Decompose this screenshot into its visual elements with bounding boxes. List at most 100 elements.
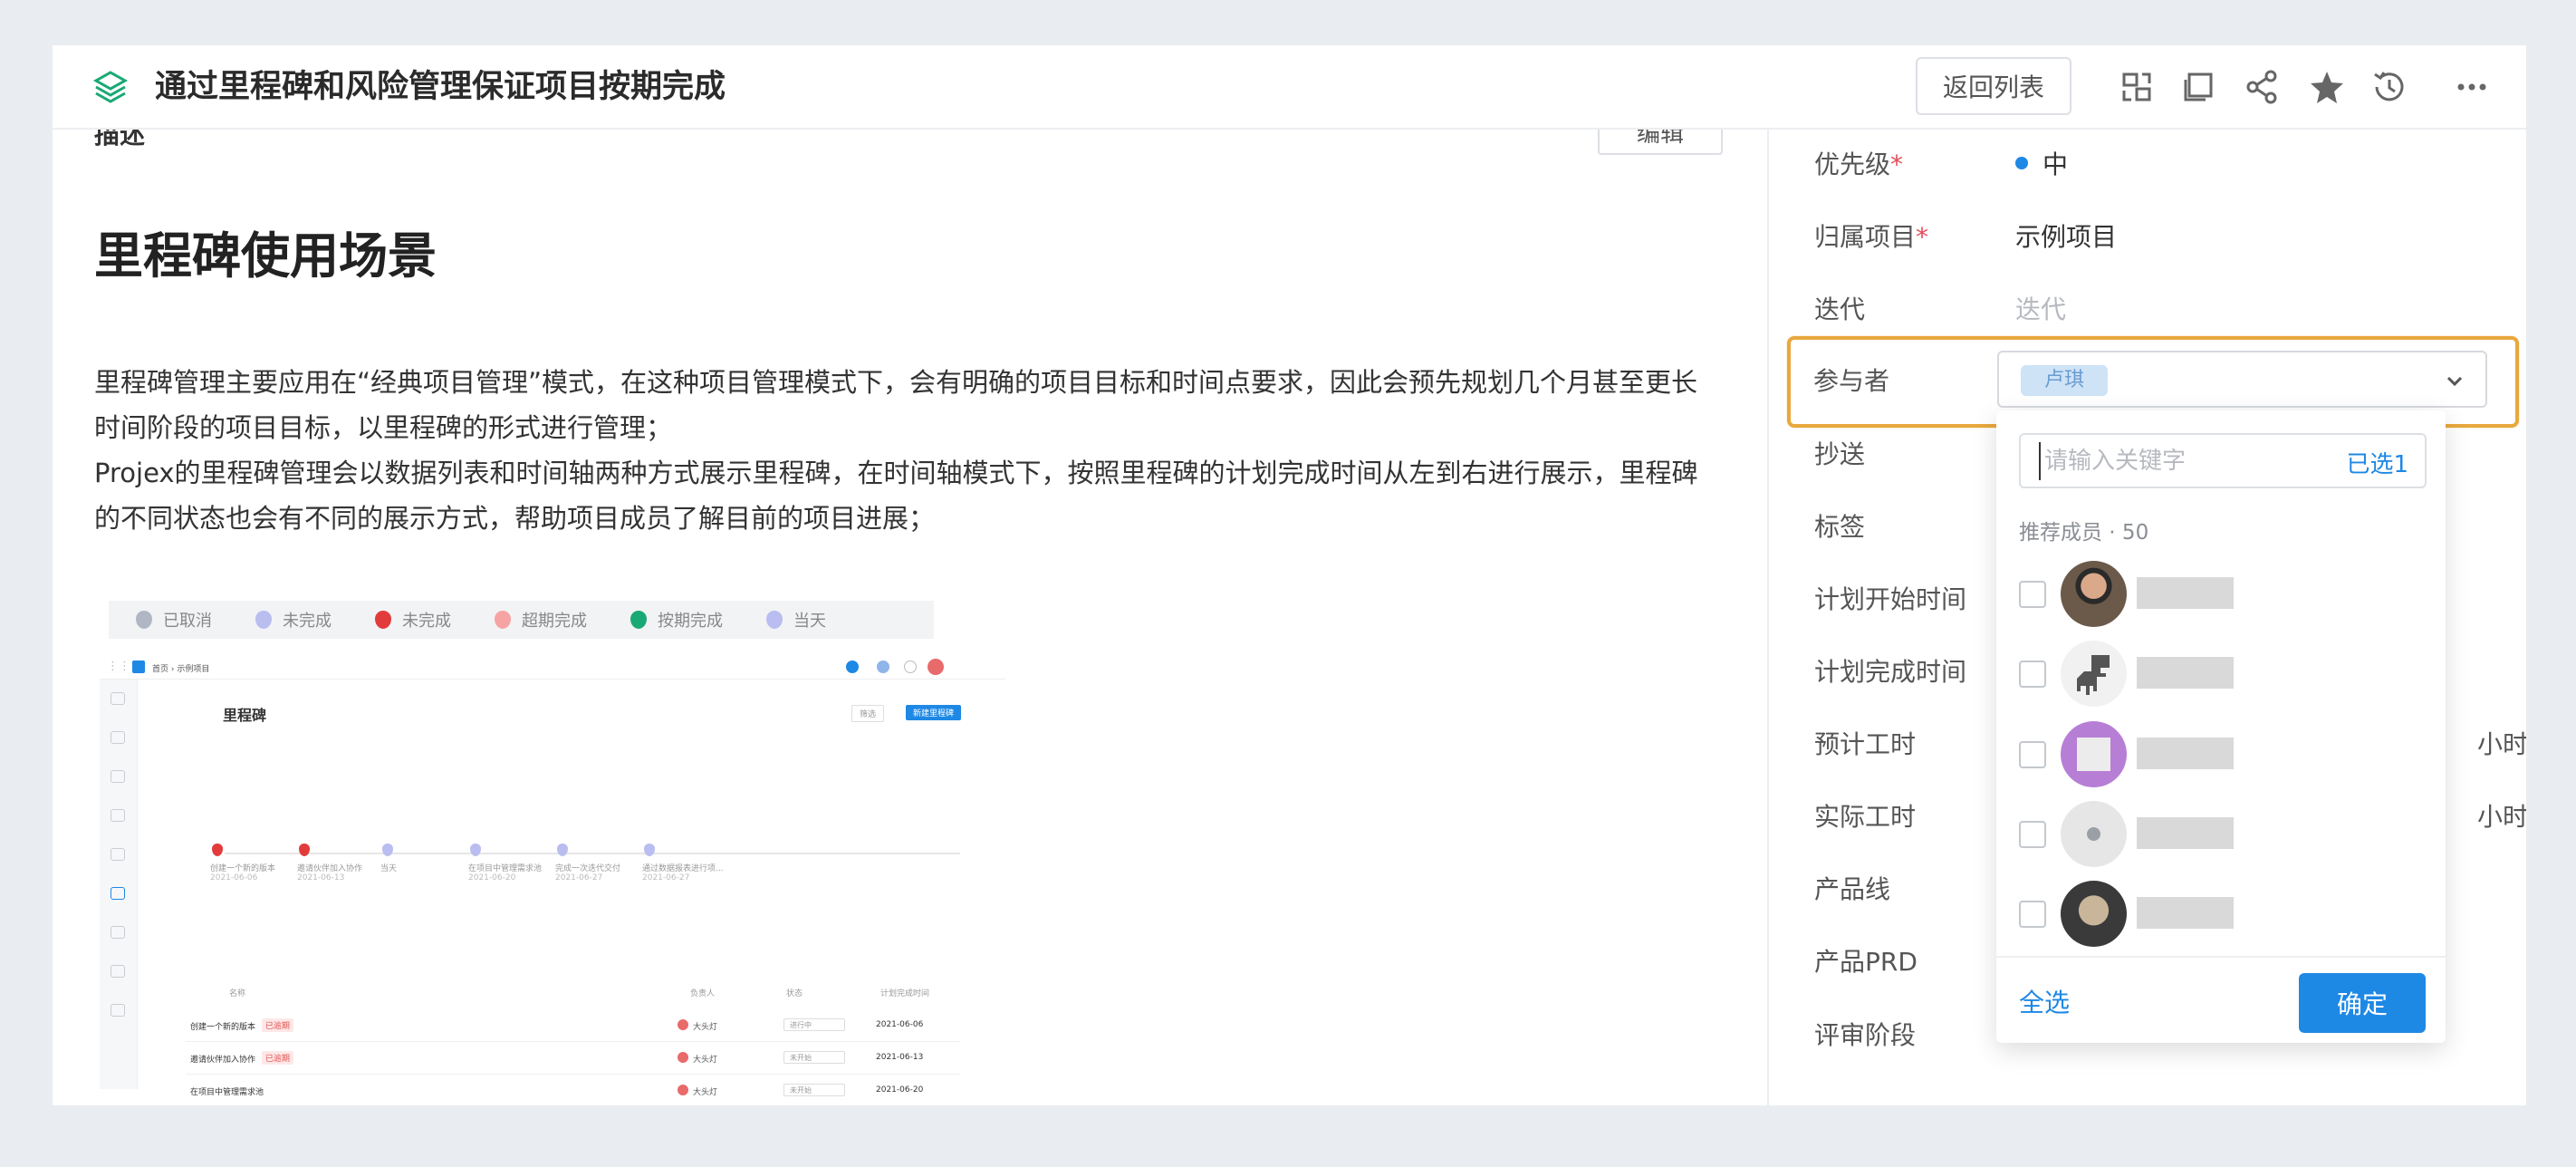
sidebar-icon	[111, 692, 125, 705]
cc-label: 抄送	[1814, 439, 1866, 469]
member-name-redacted	[2137, 897, 2234, 929]
avatar	[678, 1019, 688, 1030]
screenshot-topbar: ⋮⋮ 首页 › 示例项目	[100, 654, 1005, 680]
milestone-pin-icon	[136, 611, 152, 629]
participant-chip[interactable]: 卢琪	[2021, 365, 2108, 396]
avatar	[2061, 881, 2127, 947]
recommended-members-title: 推荐成员 · 50	[2019, 521, 2149, 545]
column-header: 名称	[229, 989, 246, 998]
star-icon[interactable]	[2307, 67, 2347, 107]
more-icon[interactable]	[2452, 67, 2492, 107]
iteration-label: 迭代	[1814, 294, 1866, 324]
member-item[interactable]	[2019, 797, 2427, 870]
legend-label: 超期完成	[522, 612, 587, 631]
sidebar-icon	[111, 809, 125, 822]
chevron-down-icon[interactable]	[2442, 369, 2467, 394]
legend-item: 按期完成	[630, 608, 723, 632]
sidebar-icon	[111, 731, 125, 744]
timeline-label: 创建一个新的版本	[210, 864, 276, 873]
selected-count[interactable]: 已选1	[2346, 446, 2408, 479]
back-to-list-button[interactable]: 返回列表	[1916, 57, 2071, 115]
page-title: 通过里程碑和风险管理保证项目按期完成	[155, 69, 726, 105]
dropdown-footer: 全选 确定	[1996, 956, 2446, 1043]
screenshot-new-button: 新建里程碑	[906, 705, 962, 720]
avatar	[2061, 801, 2127, 867]
product-prd-label: 产品PRD	[1814, 947, 1918, 977]
column-header: 状态	[786, 989, 803, 998]
timeline-date: 2021-06-27	[642, 873, 690, 882]
paragraph-line: 时间阶段的项目目标，以里程碑的形式进行管理；	[94, 412, 673, 443]
member-item[interactable]	[2019, 637, 2427, 709]
share-icon[interactable]	[2242, 67, 2282, 107]
screenshot-page-title: 里程碑	[223, 707, 267, 724]
participants-select[interactable]: 卢琪	[1997, 351, 2487, 408]
legend-item: 超期完成	[495, 608, 587, 632]
avatar	[928, 659, 944, 675]
member-item[interactable]	[2019, 718, 2427, 790]
help-icon	[846, 661, 859, 673]
timeline-label: 在项目中管理需求池	[468, 864, 543, 873]
member-checkbox[interactable]	[2019, 581, 2046, 608]
member-name-redacted	[2137, 577, 2234, 609]
member-item[interactable]	[2019, 877, 2427, 950]
avatar	[2061, 641, 2127, 707]
timeline-date: 2021-06-27	[555, 873, 603, 882]
status-select: 未开始	[783, 1051, 845, 1064]
sidebar-icon	[111, 926, 125, 939]
project-field[interactable]: 示例项目	[2015, 217, 2117, 254]
tags-label: 标签	[1814, 512, 1866, 542]
clock-icon	[904, 661, 917, 673]
member-item[interactable]	[2019, 557, 2427, 630]
actual-hours-label: 实际工时	[1814, 802, 1917, 832]
legend-item: 当天	[766, 608, 826, 632]
history-icon[interactable]	[2369, 67, 2409, 107]
member-checkbox[interactable]	[2019, 901, 2046, 928]
apps-icon: ⋮⋮	[107, 660, 130, 673]
avatar	[2061, 561, 2127, 627]
legend-item: 已取消	[136, 608, 212, 632]
legend-label: 按期完成	[658, 612, 723, 631]
timeline-label: 通过数据报表进行项...	[642, 864, 724, 873]
paragraph-line: Projex的里程碑管理会以数据列表和时间轴两种方式展示里程碑，在时间轴模式下，…	[94, 458, 1698, 488]
iteration-field[interactable]: 迭代	[2015, 290, 2066, 326]
milestone-status-legend: 已取消 未完成 未完成 超期完成 按期完成 当天	[109, 601, 934, 639]
overdue-tag: 已逾期	[262, 1051, 294, 1065]
milestone-sidebar-icon	[111, 887, 125, 900]
avatar	[678, 1085, 688, 1095]
milestone-pin-icon	[375, 611, 391, 629]
member-checkbox[interactable]	[2019, 821, 2046, 848]
member-search-input[interactable]	[2039, 442, 2311, 480]
row-name: 邀请伙伴加入协作	[190, 1056, 256, 1065]
row-date: 2021-06-13	[876, 1053, 924, 1062]
confirm-button[interactable]: 确定	[2299, 973, 2426, 1033]
participants-label: 参与者	[1813, 366, 1890, 396]
table-row: 在项目中管理需求池 大头灯 未开始 2021-06-20	[186, 1075, 960, 1105]
legend-item: 未完成	[255, 608, 332, 632]
select-all-link[interactable]: 全选	[2019, 983, 2070, 1019]
milestone-pin-icon	[766, 611, 783, 629]
milestone-pin-icon	[495, 611, 511, 629]
product-line-label: 产品线	[1814, 874, 1891, 904]
sidebar-icon	[111, 1004, 125, 1017]
screenshot-sidebar	[100, 680, 138, 1089]
row-status: 未开始	[790, 1086, 812, 1095]
member-checkbox[interactable]	[2019, 661, 2046, 688]
edit-button[interactable]: 编辑	[1598, 130, 1723, 155]
row-owner: 大头灯	[693, 1023, 718, 1032]
convert-icon[interactable]	[2117, 67, 2157, 107]
member-name-redacted	[2137, 817, 2234, 849]
layers-icon	[92, 69, 129, 105]
member-checkbox[interactable]	[2019, 741, 2046, 768]
legend-item: 未完成	[375, 608, 451, 632]
row-date: 2021-06-20	[876, 1085, 924, 1095]
overdue-tag: 已逾期	[262, 1018, 294, 1032]
row-name: 创建一个新的版本	[190, 1023, 256, 1032]
column-header: 计划完成时间	[880, 989, 930, 998]
screenshot-breadcrumb: 首页 › 示例项目	[152, 665, 210, 674]
plan-end-label: 计划完成时间	[1814, 657, 1967, 687]
plan-start-label: 计划开始时间	[1814, 584, 1967, 614]
copy-icon[interactable]	[2178, 67, 2218, 107]
description-label: 描述	[94, 130, 146, 149]
product-logo	[132, 661, 145, 673]
priority-field[interactable]: 中	[2015, 145, 2068, 181]
